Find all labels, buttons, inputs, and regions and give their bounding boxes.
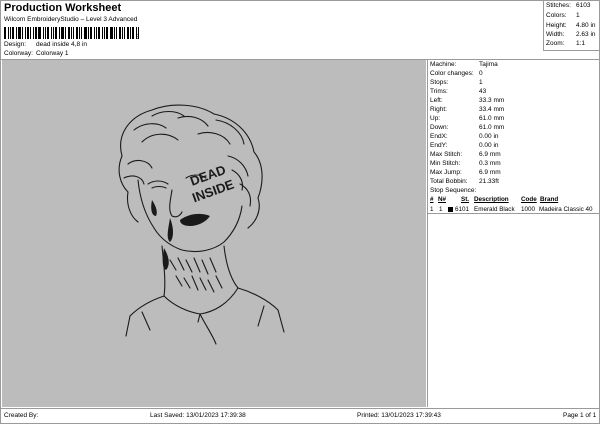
stop-sequence-title: Stop Sequence:	[430, 187, 477, 194]
info-row-colorchanges: Color changes: 0	[430, 70, 483, 77]
info-row-minstitch: Min Stitch: 0.3 mm	[430, 160, 501, 167]
stop-sequence-divider	[428, 213, 599, 214]
barcode	[4, 27, 144, 39]
info-row-left: Left: 33.3 mm	[430, 97, 505, 104]
color-swatch	[448, 206, 453, 213]
design-preview: DEAD INSIDE	[2, 60, 426, 407]
info-row-machine: Machine: Tajima	[430, 61, 498, 68]
design-label: Design:	[4, 41, 27, 48]
info-row-endy: EndY: 0.00 in	[430, 142, 499, 149]
row-code: 1000	[521, 206, 536, 213]
info-row-trims: Trims: 43	[430, 88, 487, 95]
row-brand: Madeira Classic 40	[539, 206, 593, 213]
footer-created-by: Created By:	[4, 412, 39, 419]
summary-width: Width: 2.63 in	[546, 31, 596, 38]
info-row-endx: EndX: 0.00 in	[430, 133, 499, 140]
colorway-label: Colorway:	[4, 50, 33, 57]
colorway-value: Colorway 1	[36, 50, 69, 57]
col-needle: N#	[438, 196, 447, 203]
info-row-right: Right: 33.4 mm	[430, 106, 505, 113]
info-row-totalbobbin: Total Bobbin: 21.33ft	[430, 178, 499, 185]
summary-height: Height: 4.80 in	[546, 22, 596, 29]
software-subtitle: Wilcom EmbroideryStudio – Level 3 Advanc…	[4, 16, 138, 23]
info-row-stops: Stops: 1	[430, 79, 483, 86]
footer-divider	[1, 408, 599, 409]
barcode-suffix: 3	[136, 35, 140, 41]
info-row-down: Down: 61.0 mm	[430, 124, 505, 131]
col-description: Description	[474, 196, 509, 203]
info-row-maxjump: Max Jump: 6.9 mm	[430, 169, 501, 176]
row-stitches: 6101	[455, 206, 470, 213]
summary-zoom: Zoom: 1:1	[546, 40, 586, 47]
row-number: 1	[430, 206, 434, 213]
col-brand: Brand	[540, 196, 559, 203]
col-stitches: St.	[461, 196, 470, 203]
footer-printed: Printed: 13/01/2023 17:39:43	[357, 412, 441, 419]
info-row-maxstitch: Max Stitch: 6.9 mm	[430, 151, 501, 158]
col-code: Code	[521, 196, 537, 203]
embroidery-design-image: DEAD INSIDE	[118, 104, 285, 345]
page-title: Production Worksheet	[4, 2, 122, 14]
design-value: dead inside 4,8 in	[36, 41, 87, 48]
summary-stitches: Stitches: 6103	[546, 2, 591, 9]
col-number: #	[430, 196, 434, 203]
info-row-up: Up: 61.0 mm	[430, 115, 505, 122]
footer-page: Page 1 of 1	[563, 412, 597, 419]
info-panel: Machine: Tajima Color changes: 0 Stops: 1 Trim…	[427, 60, 599, 407]
footer-last-saved: Last Saved: 13/01/2023 17:39:38	[150, 412, 246, 419]
row-needle: 1	[439, 206, 443, 213]
row-description: Emerald Black	[474, 206, 515, 213]
summary-colors: Colors: 1	[546, 12, 580, 19]
summary-box: Stitches: 6103 Colors: 1 Height: 4.80 in Wi…	[543, 1, 600, 51]
